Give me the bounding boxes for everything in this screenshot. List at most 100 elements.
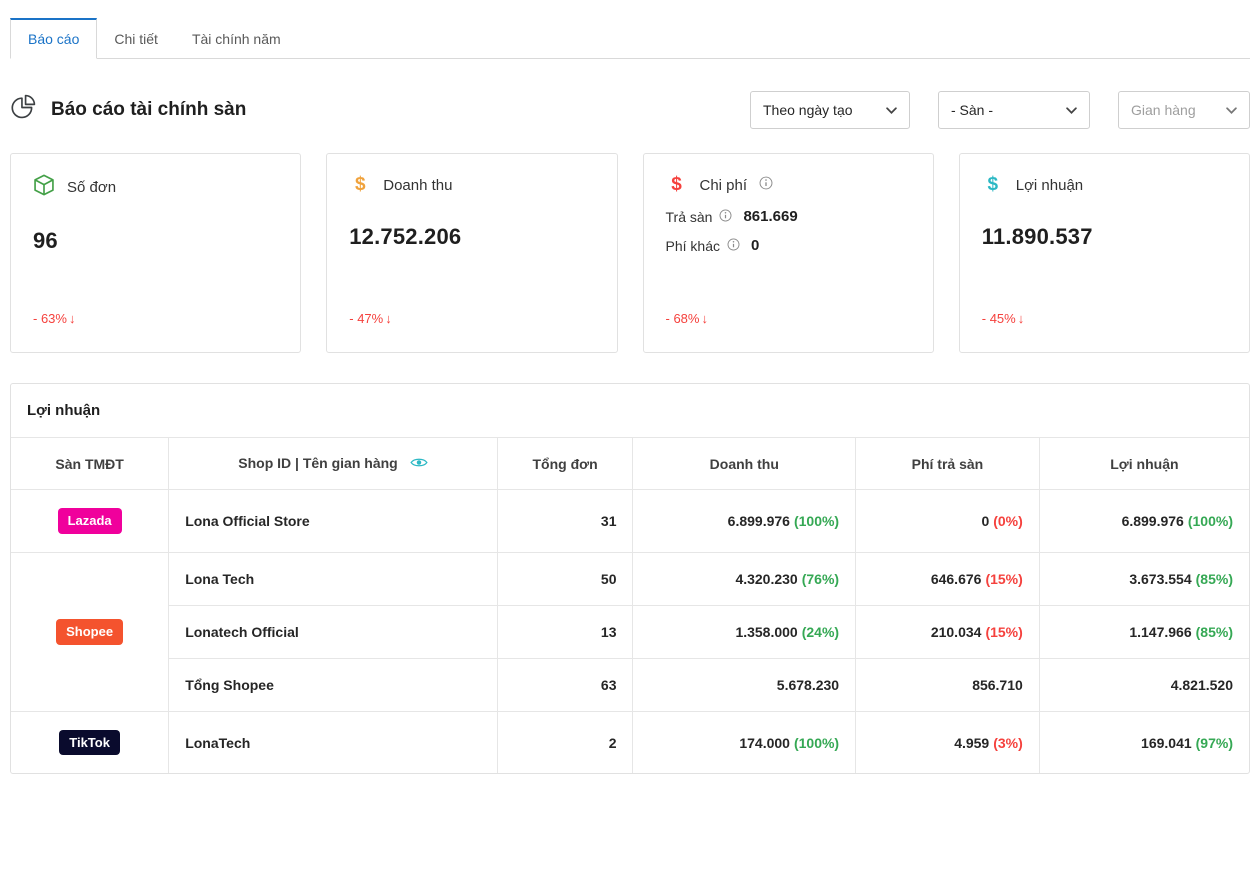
fee-cell: 210.034(15%)	[856, 605, 1040, 658]
table-row-shopee-1: Shopee Lona Tech 50 4.320.230(76%) 646.6…	[11, 552, 1249, 605]
fee-cell: 856.710	[856, 658, 1040, 711]
platform-select-value: - Sàn -	[951, 102, 993, 118]
profit-pct: (85%)	[1196, 624, 1233, 640]
store-select-value: Gian hàng	[1131, 102, 1196, 118]
col-header-fee: Phí trả sàn	[856, 438, 1040, 490]
revenue-pct: (24%)	[802, 624, 839, 640]
platform-select[interactable]: - Sàn -	[938, 91, 1090, 129]
down-arrow-icon: ↓	[1018, 311, 1025, 326]
revenue-pct: (100%)	[794, 735, 839, 751]
revenue-cell: 1.358.000 (24%)	[633, 605, 856, 658]
col-header-revenue: Doanh thu	[633, 438, 856, 490]
tiktok-badge: TikTok	[59, 730, 120, 756]
col-header-shop: Shop ID | Tên gian hàng	[169, 438, 497, 490]
platform-cell: TikTok	[11, 711, 169, 773]
down-arrow-icon: ↓	[69, 311, 76, 326]
card-costs-change: - 68%↓	[666, 311, 911, 326]
profit-pct: (100%)	[1188, 513, 1233, 529]
card-revenue-label: Doanh thu	[383, 177, 452, 194]
card-profit-change: - 45%↓	[982, 311, 1227, 326]
package-box-icon	[33, 174, 55, 200]
filter-bar: Theo ngày tạo - Sàn - Gian hàng	[750, 91, 1250, 129]
table-header-row: Sàn TMĐT Shop ID | Tên gian hàng Tổng đơ…	[11, 438, 1249, 490]
cost-label: Trả sàn	[666, 209, 713, 225]
dollar-icon: $	[982, 174, 1004, 196]
fee-value: 646.676	[931, 571, 982, 587]
revenue-value: 4.320.230	[735, 571, 797, 587]
card-orders-label: Số đơn	[67, 179, 116, 196]
fee-pct: (15%)	[985, 624, 1022, 640]
cost-value: 861.669	[743, 208, 797, 225]
store-select[interactable]: Gian hàng	[1118, 91, 1250, 129]
lazada-badge: Lazada	[58, 508, 122, 534]
profit-value: 1.147.966	[1129, 624, 1191, 640]
revenue-value: 174.000	[739, 735, 790, 751]
orders-cell: 31	[497, 490, 633, 553]
shopee-badge: Shopee	[56, 619, 123, 645]
card-profit: $ Lợi nhuận 11.890.537 - 45%↓	[959, 153, 1250, 353]
fee-cell: 0(0%)	[856, 490, 1040, 553]
chevron-down-icon	[886, 107, 897, 114]
card-orders-change: - 63%↓	[33, 311, 278, 326]
revenue-value: 1.358.000	[735, 624, 797, 640]
table-row-shopee-2: Lonatech Official 13 1.358.000 (24%) 210.…	[11, 605, 1249, 658]
change-text: - 47%	[349, 311, 383, 326]
chevron-down-icon	[1226, 107, 1237, 114]
card-orders-value: 96	[33, 228, 278, 254]
profit-table-card: Lợi nhuận Sàn TMĐT Shop ID | Tên gian hà…	[10, 383, 1250, 774]
table-row-lazada: Lazada Lona Official Store 31 6.899.976(…	[11, 490, 1249, 553]
profit-table: Sàn TMĐT Shop ID | Tên gian hàng Tổng đơ…	[11, 437, 1249, 773]
fee-pct: (15%)	[985, 571, 1022, 587]
profit-cell: 1.147.966 (85%)	[1039, 605, 1249, 658]
shop-cell: Lonatech Official	[169, 605, 497, 658]
revenue-cell: 5.678.230	[633, 658, 856, 711]
cost-line-other-fee: Phí khác 0	[666, 237, 911, 254]
card-revenue-change: - 47%↓	[349, 311, 594, 326]
dollar-icon: $	[666, 174, 688, 196]
orders-cell: 50	[497, 552, 633, 605]
tab-tai-chinh-nam[interactable]: Tài chính năm	[175, 20, 298, 58]
card-orders: Số đơn 96 - 63%↓	[10, 153, 301, 353]
profit-pct: (97%)	[1196, 735, 1233, 751]
profit-pct: (85%)	[1196, 571, 1233, 587]
fee-cell: 646.676(15%)	[856, 552, 1040, 605]
info-icon[interactable]	[719, 209, 732, 225]
eye-icon[interactable]	[410, 456, 428, 472]
profit-cell: 169.041(97%)	[1039, 711, 1249, 773]
change-text: - 68%	[666, 311, 700, 326]
profit-value: 3.673.554	[1129, 571, 1191, 587]
report-page: Báo cáo Chi tiết Tài chính năm Báo cáo t…	[0, 18, 1260, 774]
profit-cell: 3.673.554 (85%)	[1039, 552, 1249, 605]
info-icon[interactable]	[727, 238, 740, 254]
orders-cell: 13	[497, 605, 633, 658]
fee-value: 4.959	[954, 735, 989, 751]
tab-bar: Báo cáo Chi tiết Tài chính năm	[10, 18, 1250, 59]
page-title: Báo cáo tài chính sàn	[51, 99, 246, 121]
info-icon[interactable]	[759, 176, 773, 194]
card-revenue-value: 12.752.206	[349, 224, 594, 250]
pie-chart-icon	[10, 94, 37, 126]
card-costs-label: Chi phí	[700, 177, 748, 194]
fee-pct: (3%)	[993, 735, 1023, 751]
platform-cell: Shopee	[11, 552, 169, 711]
shop-cell: LonaTech	[169, 711, 497, 773]
shop-cell: Lona Official Store	[169, 490, 497, 553]
card-revenue: $ Doanh thu 12.752.206 - 47%↓	[326, 153, 617, 353]
tab-bao-cao[interactable]: Báo cáo	[10, 18, 97, 59]
table-row-shopee-total: Tổng Shopee 63 5.678.230 856.710 4.821.5…	[11, 658, 1249, 711]
revenue-pct: (100%)	[794, 513, 839, 529]
revenue-cell: 4.320.230(76%)	[633, 552, 856, 605]
col-header-shop-label: Shop ID | Tên gian hàng	[238, 455, 397, 471]
change-text: - 45%	[982, 311, 1016, 326]
orders-cell: 2	[497, 711, 633, 773]
fee-pct: (0%)	[993, 513, 1023, 529]
card-profit-label: Lợi nhuận	[1016, 177, 1083, 194]
fee-cell: 4.959(3%)	[856, 711, 1040, 773]
date-type-select[interactable]: Theo ngày tạo	[750, 91, 910, 129]
orders-cell: 63	[497, 658, 633, 711]
card-costs: $ Chi phí Trả sàn 861.669 Phí khác 0	[643, 153, 934, 353]
date-type-select-value: Theo ngày tạo	[763, 102, 853, 118]
platform-cell: Lazada	[11, 490, 169, 553]
profit-cell: 6.899.976(100%)	[1039, 490, 1249, 553]
tab-chi-tiet[interactable]: Chi tiết	[97, 20, 175, 58]
